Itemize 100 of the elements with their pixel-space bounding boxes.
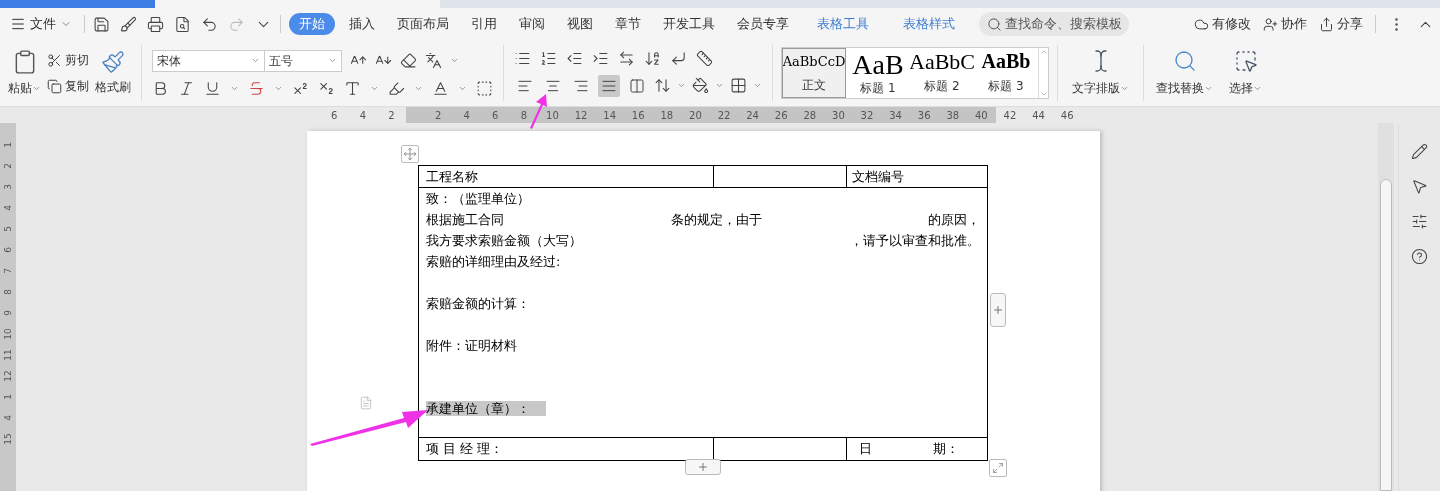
move-handle-icon[interactable] bbox=[401, 145, 419, 163]
header-action-button[interactable]: 分享 bbox=[1319, 14, 1363, 34]
cloud-icon bbox=[1194, 16, 1209, 32]
shading-icon[interactable] bbox=[692, 77, 709, 94]
ruler-number: 11 bbox=[2, 349, 14, 361]
print-preview-icon[interactable] bbox=[174, 15, 191, 33]
ruler-icon[interactable] bbox=[696, 49, 713, 67]
find-replace-button[interactable]: 查找替换 bbox=[1144, 45, 1225, 101]
text-effect-icon[interactable] bbox=[344, 79, 361, 97]
italic-icon[interactable] bbox=[178, 79, 195, 97]
ruler-number: 28 bbox=[802, 108, 818, 123]
char-spacing-icon[interactable] bbox=[618, 49, 635, 67]
ruler-number: 6 bbox=[330, 108, 339, 123]
document-text: ，请予以审查和批准。 bbox=[850, 232, 980, 250]
header-action-button[interactable]: 协作 bbox=[1263, 14, 1307, 34]
undo-icon[interactable] bbox=[201, 15, 218, 33]
caret-icon bbox=[753, 81, 762, 90]
ruler-number: 40 bbox=[974, 108, 989, 123]
pencil-icon[interactable] bbox=[1411, 143, 1428, 160]
font-family-dropdown[interactable]: 宋体 bbox=[153, 50, 265, 71]
ribbon-tab[interactable]: 开发工具 bbox=[655, 13, 723, 35]
text-layout-button[interactable]: 文字排版 bbox=[1058, 45, 1144, 101]
line-spacing-icon[interactable] bbox=[654, 77, 671, 94]
paste-button[interactable]: 粘贴 bbox=[8, 49, 41, 97]
copy-button[interactable]: 复制 bbox=[47, 77, 89, 95]
document-text: 索赔金额的计算： bbox=[426, 296, 530, 311]
ruler-number: 2 bbox=[433, 108, 443, 123]
search-field[interactable]: 查找命令、搜索模板 bbox=[979, 12, 1129, 36]
document-text: 承建单位（章）： bbox=[426, 401, 546, 416]
ruler-number: 10 bbox=[2, 328, 14, 340]
ribbon-tab[interactable]: 表格样式 bbox=[895, 13, 963, 35]
ruler-number: 44 bbox=[1031, 108, 1046, 123]
file-menu[interactable]: 文件 bbox=[6, 14, 76, 34]
document-text: 我方要求索赔金额（大写） bbox=[426, 232, 582, 250]
ribbon-tab[interactable]: 会员专享 bbox=[729, 13, 797, 35]
ruler-number: 36 bbox=[916, 108, 932, 123]
char-border-icon[interactable] bbox=[476, 79, 493, 97]
scissors-icon bbox=[47, 52, 62, 68]
ruler-number: 8 bbox=[519, 108, 529, 123]
numbered-list-icon[interactable] bbox=[540, 49, 557, 67]
caret-icon bbox=[450, 56, 459, 65]
style-preset[interactable]: AaBbCcD 正文 bbox=[782, 48, 846, 98]
save-icon[interactable] bbox=[93, 15, 110, 33]
cut-button[interactable]: 剪切 bbox=[47, 51, 89, 69]
borders-icon[interactable] bbox=[730, 77, 747, 94]
ruler-number: 26 bbox=[773, 108, 789, 123]
ruler-number: 2 bbox=[2, 163, 14, 169]
select-button[interactable]: 选择 bbox=[1225, 45, 1266, 101]
ribbon-tab[interactable]: 引用 bbox=[463, 13, 505, 35]
ribbon-tab[interactable]: 页面布局 bbox=[389, 13, 457, 35]
ruler-number: 20 bbox=[688, 108, 703, 123]
highlighter-icon[interactable] bbox=[388, 79, 405, 97]
sort-icon[interactable] bbox=[644, 49, 661, 67]
ruler-number: 32 bbox=[859, 108, 875, 123]
strikethrough-icon[interactable] bbox=[248, 79, 265, 97]
scrollbar-thumb[interactable] bbox=[1380, 179, 1392, 491]
resize-handle-icon[interactable] bbox=[989, 459, 1007, 477]
document-text: 根据施工合同 bbox=[426, 211, 504, 229]
help-icon[interactable] bbox=[1411, 248, 1428, 265]
style-preset[interactable]: AaBbC 标题 2 bbox=[910, 48, 974, 98]
caret-icon bbox=[715, 81, 724, 90]
ribbon-tab[interactable]: 表格工具 bbox=[809, 13, 877, 35]
ruler-number: 6 bbox=[491, 108, 500, 123]
ruler-number: 34 bbox=[888, 108, 903, 123]
ruler-number: 10 bbox=[545, 108, 560, 123]
underline-icon[interactable] bbox=[204, 79, 221, 97]
format-painter-button[interactable]: 格式刷 bbox=[95, 50, 131, 96]
ribbon-tab[interactable]: 视图 bbox=[559, 13, 601, 35]
ruler-number: 9 bbox=[2, 310, 14, 316]
style-preset[interactable]: AaB 标题 1 bbox=[846, 48, 910, 98]
ruler-number: 1 bbox=[2, 142, 14, 148]
ribbon-tab[interactable]: 章节 bbox=[607, 13, 649, 35]
settings-icon[interactable] bbox=[1411, 213, 1428, 230]
ruler-number: 30 bbox=[831, 108, 846, 123]
font-color-icon[interactable] bbox=[432, 79, 449, 97]
align-button[interactable] bbox=[598, 74, 620, 97]
ruler-number: 7 bbox=[2, 268, 14, 274]
phonetic-icon[interactable] bbox=[425, 52, 442, 69]
ruler-number: 8 bbox=[2, 289, 14, 295]
style-preset[interactable]: AaBb 标题 3 bbox=[974, 48, 1038, 98]
ribbon-tab[interactable]: 插入 bbox=[341, 13, 383, 35]
header-action-button[interactable]: 有修改 bbox=[1194, 14, 1251, 34]
brush-icon[interactable] bbox=[120, 15, 137, 33]
ribbon-tab[interactable]: 审阅 bbox=[511, 13, 553, 35]
pointer-icon[interactable] bbox=[1411, 178, 1428, 195]
menu-icon bbox=[10, 16, 26, 32]
paragraph-mark-icon[interactable] bbox=[670, 49, 687, 67]
ruler-number: 6 bbox=[2, 247, 14, 253]
ruler-number: 4 bbox=[462, 108, 471, 123]
ruler-number: 4 bbox=[2, 415, 14, 421]
plus-icon bbox=[992, 304, 1004, 316]
plus-icon bbox=[697, 461, 709, 473]
ruler-number: 18 bbox=[659, 108, 675, 123]
document-text: 的原因， bbox=[928, 211, 980, 229]
ruler-number: 2 bbox=[387, 108, 396, 123]
print-icon[interactable] bbox=[147, 15, 164, 33]
font-size-dropdown[interactable]: 五号 bbox=[265, 50, 341, 71]
eraser-icon[interactable] bbox=[400, 52, 417, 69]
caret-icon bbox=[251, 56, 260, 65]
select-icon bbox=[1233, 49, 1258, 73]
